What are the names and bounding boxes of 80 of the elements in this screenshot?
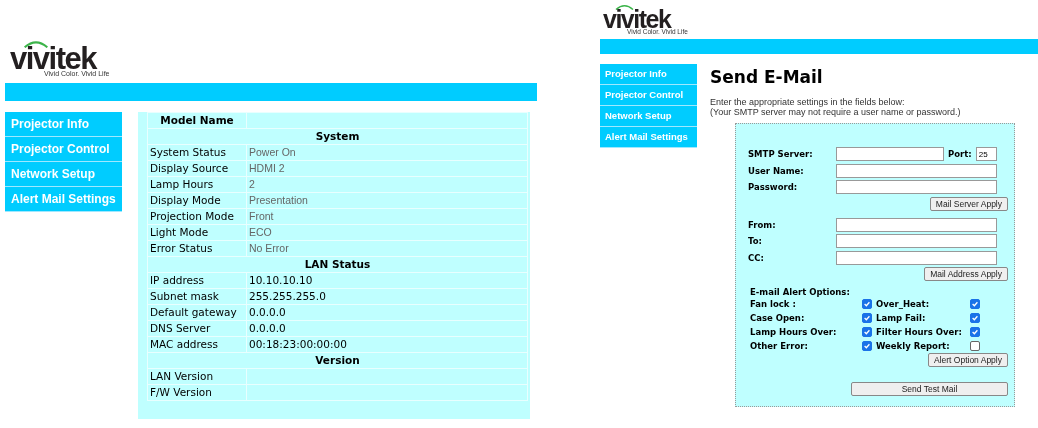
table-cell: HDMI 2: [247, 161, 527, 176]
apply-button[interactable]: Alert Option Apply: [927, 353, 1008, 367]
table-cell: 255.255.255.0: [247, 289, 527, 304]
option-label: Fan lock :: [750, 298, 797, 310]
option-label: Over_Heat:: [876, 298, 931, 310]
option-label: Lamp Fail:: [876, 312, 927, 324]
nav-item[interactable]: Network Setup: [5, 162, 122, 187]
apply-button[interactable]: Mail Server Apply: [929, 196, 1008, 211]
apply-button[interactable]: Mail Address Apply: [924, 267, 1008, 281]
option-label: Lamp Hours Over:: [750, 326, 838, 338]
nav-item[interactable]: Network Setup: [600, 106, 697, 127]
field-label: CC:: [748, 252, 765, 263]
checkbox[interactable]: [862, 327, 872, 337]
table-header-cell: Model Name: [148, 113, 246, 128]
arc-icon: [22, 40, 50, 48]
option-label: Other Error:: [750, 340, 809, 352]
table-cell: LAN Version: [148, 369, 246, 384]
logo-wordmark: vivitek: [603, 10, 671, 28]
input-field[interactable]: [836, 147, 944, 162]
page-title: Send E-Mail: [710, 67, 824, 87]
table-cell: No Error: [247, 241, 527, 256]
option-label: Filter Hours Over:: [876, 326, 963, 338]
table-cell: F/W Version: [148, 385, 246, 400]
table-cell: 2: [247, 177, 527, 192]
table-cell: DNS Server: [148, 321, 246, 336]
input-field[interactable]: [836, 163, 997, 178]
port-field[interactable]: 25: [975, 147, 997, 162]
table-cell: 10.10.10.10: [247, 273, 527, 288]
nav-item[interactable]: Alert Mail Settings: [600, 127, 697, 148]
checkbox[interactable]: [970, 327, 980, 337]
arc-icon: [613, 4, 636, 10]
input-field[interactable]: [836, 180, 997, 195]
table-cell: Power On: [247, 145, 527, 160]
section-label: E-mail Alert Options:: [750, 286, 851, 298]
field-label: SMTP Server:: [748, 149, 814, 160]
field-label: To:: [748, 236, 763, 247]
input-field[interactable]: [836, 217, 997, 232]
table-cell: 0.0.0.0: [247, 321, 527, 336]
table-cell: Presentation: [247, 193, 527, 208]
nav-item[interactable]: Projector Control: [600, 85, 697, 106]
checkbox[interactable]: [862, 313, 872, 323]
nav-item[interactable]: Projector Info: [600, 64, 697, 85]
table-cell: Subnet mask: [148, 289, 246, 304]
instruction-text: (Your SMTP server may not require a user name or password.): [710, 107, 962, 117]
send-test-button[interactable]: Send Test Mail: [851, 382, 1008, 396]
section-header-cell: Version: [148, 353, 527, 368]
table-cell: System Status: [148, 145, 246, 160]
option-label: Weekly Report:: [876, 340, 951, 352]
table-cell: Lamp Hours: [148, 177, 246, 192]
checkbox[interactable]: [862, 341, 872, 351]
checkbox[interactable]: [970, 299, 980, 309]
checkbox[interactable]: [970, 341, 980, 351]
table-cell: Display Source: [148, 161, 246, 176]
table-cell: Error Status: [148, 241, 246, 256]
table-cell: Light Mode: [148, 225, 246, 240]
table-cell: IP address: [148, 273, 246, 288]
checkbox[interactable]: [862, 299, 872, 309]
nav-item[interactable]: Alert Mail Settings: [5, 187, 122, 212]
field-label: Password:: [748, 182, 799, 193]
logo-wordmark: vivitek: [10, 48, 96, 70]
table-cell: ECO: [247, 225, 527, 240]
table-cell: MAC address: [148, 337, 246, 352]
instruction-text: Enter the appropriate settings in the fields below:: [710, 97, 906, 107]
table-cell: Default gateway: [148, 305, 246, 320]
section-header-cell: LAN Status: [148, 257, 527, 272]
nav-item[interactable]: Projector Info: [5, 112, 122, 137]
table-cell: 0.0.0.0: [247, 305, 527, 320]
field-label: Port:: [948, 149, 972, 160]
field-label: User Name:: [748, 165, 805, 176]
input-field[interactable]: [836, 250, 997, 265]
section-header-cell: System: [148, 129, 527, 144]
table-cell: 00:18:23:00:00:00: [247, 337, 527, 352]
field-label: From:: [748, 219, 777, 230]
table-cell: Front: [247, 209, 527, 224]
table-cell: Projection Mode: [148, 209, 246, 224]
checkbox[interactable]: [970, 313, 980, 323]
input-field[interactable]: [836, 234, 997, 249]
table-cell: Display Mode: [148, 193, 246, 208]
option-label: Case Open:: [750, 312, 806, 324]
nav-item[interactable]: Projector Control: [5, 137, 122, 162]
